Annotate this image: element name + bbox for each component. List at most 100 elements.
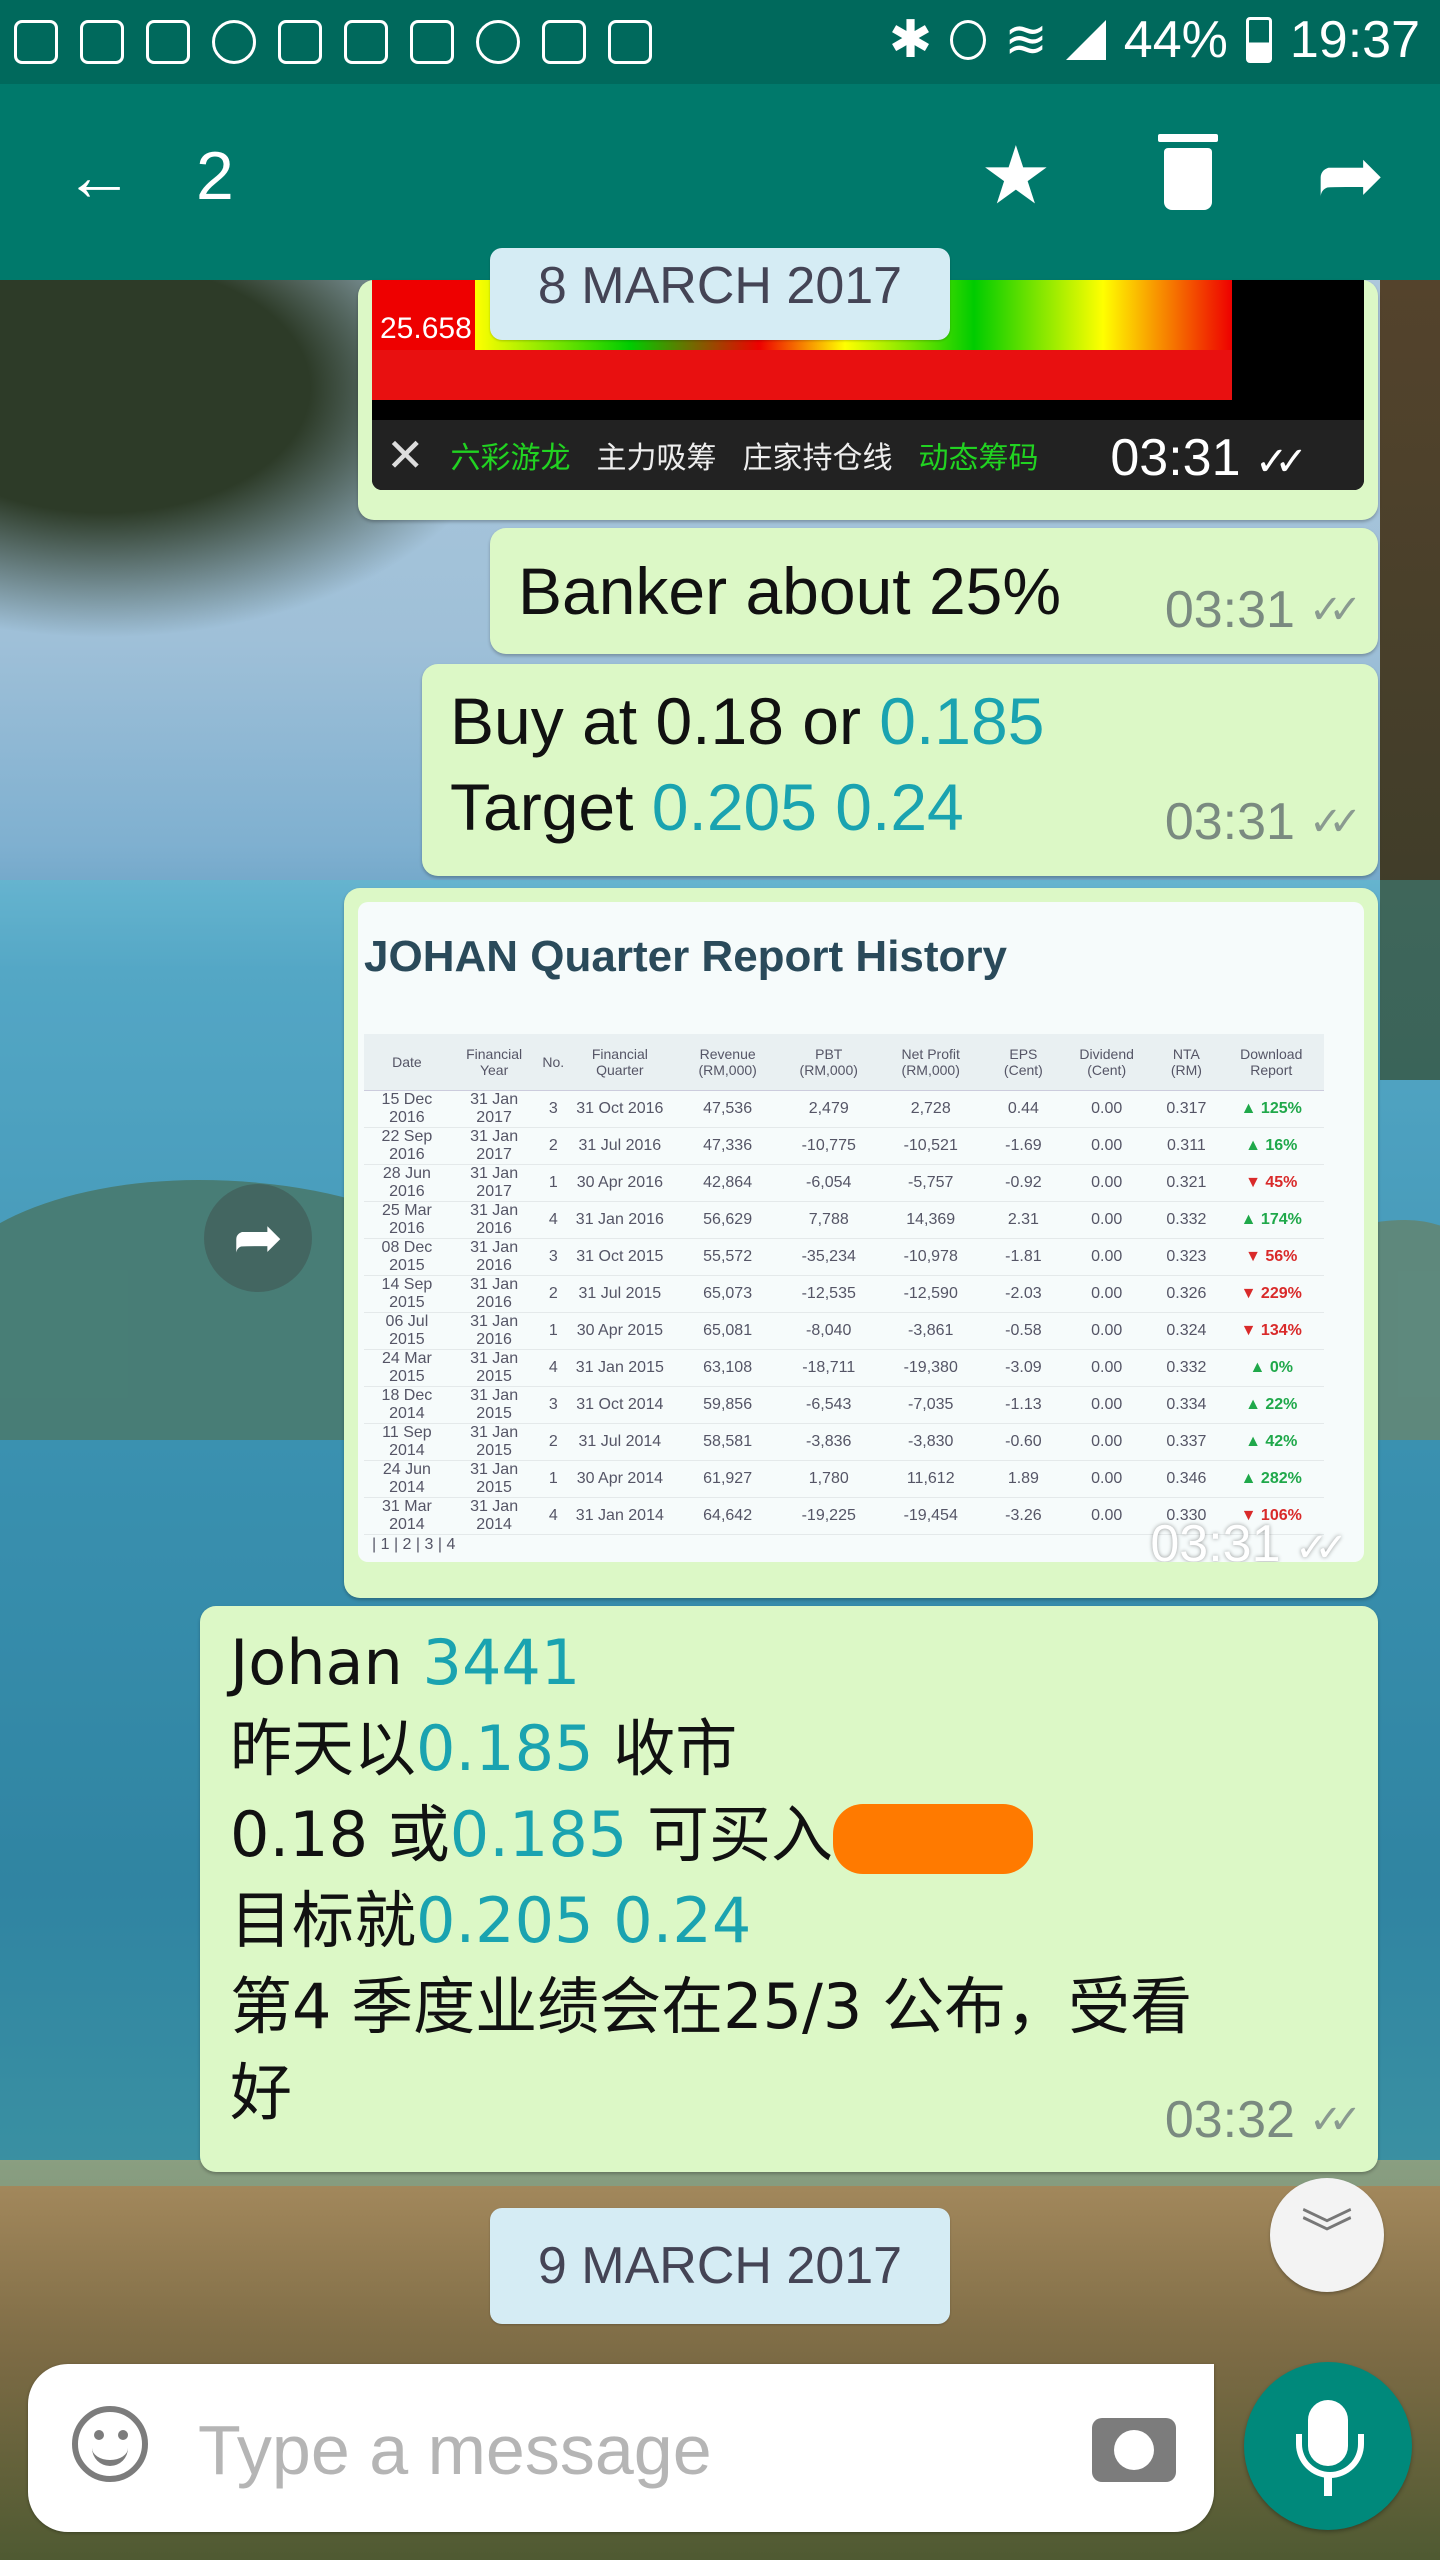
table-cell: -3.09 bbox=[987, 1349, 1060, 1387]
table-cell: 1 bbox=[538, 1312, 569, 1350]
back-arrow-icon[interactable]: ← bbox=[64, 141, 134, 211]
table-row: 22 Sep 2016 31 Jan 2017 2 31 Jul 2016 47,336… bbox=[364, 1127, 1324, 1165]
table-cell: 2,728 bbox=[873, 1090, 988, 1128]
report-title: JOHAN Quarter Report History bbox=[364, 932, 1008, 981]
table-header-cell: Financial Quarter bbox=[568, 1034, 672, 1091]
change-percent: 45% bbox=[1265, 1174, 1298, 1191]
change-percent: 229% bbox=[1260, 1285, 1302, 1302]
table-cell: -0.92 bbox=[987, 1164, 1060, 1202]
table-cell: 0.324 bbox=[1154, 1312, 1219, 1350]
table-cell: 31 Jan 2015 bbox=[449, 1386, 539, 1424]
battery-percent: 44% bbox=[1123, 11, 1228, 69]
table-cell: 64,642 bbox=[671, 1497, 784, 1535]
emoji-icon[interactable] bbox=[72, 2406, 148, 2482]
arrow-up-icon: ▲ bbox=[1245, 1137, 1266, 1154]
message-time: 03:31 ✓✓ bbox=[1150, 1514, 1348, 1562]
table-cell: 30 Apr 2015 bbox=[568, 1312, 672, 1350]
chart-tab: 庄家持仓线 bbox=[742, 442, 893, 475]
arrow-down-icon: ▼ bbox=[1245, 1248, 1266, 1265]
message-input[interactable] bbox=[196, 2406, 1080, 2494]
number-link[interactable]: 0.185 bbox=[416, 1712, 594, 1785]
message-time: 03:31 ✓✓ bbox=[1164, 581, 1362, 639]
alarm-icon bbox=[476, 20, 520, 64]
table-cell: 0.337 bbox=[1154, 1423, 1219, 1461]
table-cell: 31 Jan 2014 bbox=[449, 1497, 539, 1535]
table-cell: -10,978 bbox=[873, 1238, 988, 1276]
table-cell: 0.321 bbox=[1154, 1164, 1219, 1202]
table-cell: 65,073 bbox=[671, 1275, 784, 1313]
wifi-icon: ≋ bbox=[1004, 11, 1048, 69]
table-header-cell: Download Report bbox=[1218, 1034, 1324, 1091]
number-link[interactable]: 0.185 bbox=[450, 1798, 628, 1871]
table-cell: -3,836 bbox=[783, 1423, 874, 1461]
signal-icon bbox=[1065, 20, 1106, 60]
forward-icon[interactable]: ➦ bbox=[1316, 134, 1385, 218]
change-percent: 16% bbox=[1265, 1137, 1298, 1154]
pinwheel-icon bbox=[542, 20, 586, 64]
table-cell: 0.00 bbox=[1059, 1423, 1155, 1461]
table-cell: 2.31 bbox=[987, 1201, 1060, 1239]
message-icon bbox=[80, 20, 124, 64]
table-row: 15 Dec 2016 31 Jan 2017 3 31 Oct 2016 47,536… bbox=[364, 1090, 1324, 1128]
message-time: 03:31 ✓✓ bbox=[1164, 793, 1362, 851]
table-cell: 2,479 bbox=[783, 1090, 874, 1128]
table-cell: 0.44 bbox=[987, 1090, 1060, 1128]
number-link[interactable]: 0.205 0.24 bbox=[652, 770, 964, 844]
message-bubble[interactable]: Johan 3441 昨天以0.185 收市 0.18 或0.185 可买入 目… bbox=[200, 1606, 1378, 2172]
star-icon[interactable]: ★ bbox=[980, 136, 1052, 216]
selected-count: 2 bbox=[196, 138, 234, 214]
arrow-up-icon: ▲ bbox=[1240, 1211, 1261, 1228]
number-link[interactable]: 3441 bbox=[423, 1626, 581, 1699]
message-text: Banker about 25% bbox=[518, 554, 1062, 628]
table-row: 14 Sep 2015 31 Jan 2016 2 31 Jul 2015 65,073… bbox=[364, 1275, 1324, 1313]
message-text: Buy at 0.18 or 0.185 Target 0.205 0.24 bbox=[450, 684, 1045, 844]
table-cell: 30 Apr 2016 bbox=[568, 1164, 672, 1202]
table-cell: 14,369 bbox=[873, 1201, 988, 1239]
image-message-report[interactable]: JOHAN Quarter Report History Date Financi… bbox=[344, 888, 1378, 1598]
table-cell: 4 bbox=[538, 1349, 569, 1387]
report-screenshot[interactable]: JOHAN Quarter Report History Date Financi… bbox=[358, 902, 1364, 1562]
camera-icon[interactable] bbox=[1092, 2418, 1176, 2482]
message-bubble[interactable]: Banker about 25% 03:31 ✓✓ bbox=[490, 528, 1378, 654]
table-cell: -19,380 bbox=[873, 1349, 988, 1387]
table-cell: ▼ 45% bbox=[1218, 1164, 1324, 1202]
table-cell: -3,830 bbox=[873, 1423, 988, 1461]
table-cell: 31 Jul 2014 bbox=[568, 1423, 672, 1461]
table-cell: 31 Jan 2017 bbox=[449, 1127, 539, 1165]
arrow-down-icon: ▼ bbox=[1240, 1322, 1261, 1339]
number-link[interactable]: 0.205 0.24 bbox=[416, 1884, 751, 1957]
table-cell: 0.00 bbox=[1059, 1497, 1155, 1535]
table-header-cell: EPS (Cent) bbox=[987, 1034, 1060, 1091]
calendar-icon bbox=[608, 20, 652, 64]
table-cell: -1.81 bbox=[987, 1238, 1060, 1276]
table-cell: 4 bbox=[538, 1201, 569, 1239]
table-cell: 30 Apr 2014 bbox=[568, 1460, 672, 1498]
mic-button[interactable] bbox=[1244, 2362, 1412, 2530]
table-cell: 31 Jul 2016 bbox=[568, 1127, 672, 1165]
change-percent: 56% bbox=[1265, 1248, 1298, 1265]
table-cell: 25 Mar 2016 bbox=[364, 1201, 450, 1239]
scroll-to-bottom-button[interactable]: ︾ bbox=[1270, 2178, 1384, 2292]
table-cell: ▼ 56% bbox=[1218, 1238, 1324, 1276]
table-cell: 0.311 bbox=[1154, 1127, 1219, 1165]
number-link[interactable]: 0.185 bbox=[879, 684, 1044, 758]
table-cell: 31 Mar 2014 bbox=[364, 1497, 450, 1535]
table-cell: 59,856 bbox=[671, 1386, 784, 1424]
table-cell: 61,927 bbox=[671, 1460, 784, 1498]
table-cell: 3 bbox=[538, 1238, 569, 1276]
trash-icon[interactable] bbox=[1158, 134, 1218, 210]
table-cell: 0.00 bbox=[1059, 1312, 1155, 1350]
table-cell: 0.00 bbox=[1059, 1238, 1155, 1276]
table-cell: 0.00 bbox=[1059, 1090, 1155, 1128]
table-cell: -6,543 bbox=[783, 1386, 874, 1424]
table-cell: 31 Jan 2016 bbox=[449, 1275, 539, 1313]
table-cell: 55,572 bbox=[671, 1238, 784, 1276]
table-cell: 0.00 bbox=[1059, 1164, 1155, 1202]
table-cell: -10,775 bbox=[783, 1127, 874, 1165]
message-bubble[interactable]: Buy at 0.18 or 0.185 Target 0.205 0.24 0… bbox=[422, 664, 1378, 876]
table-cell: ▼ 229% bbox=[1218, 1275, 1324, 1313]
table-cell: -3.26 bbox=[987, 1497, 1060, 1535]
table-cell: -2.03 bbox=[987, 1275, 1060, 1313]
arrow-up-icon: ▲ bbox=[1245, 1433, 1266, 1450]
forward-media-button[interactable]: ➦ bbox=[204, 1184, 312, 1292]
